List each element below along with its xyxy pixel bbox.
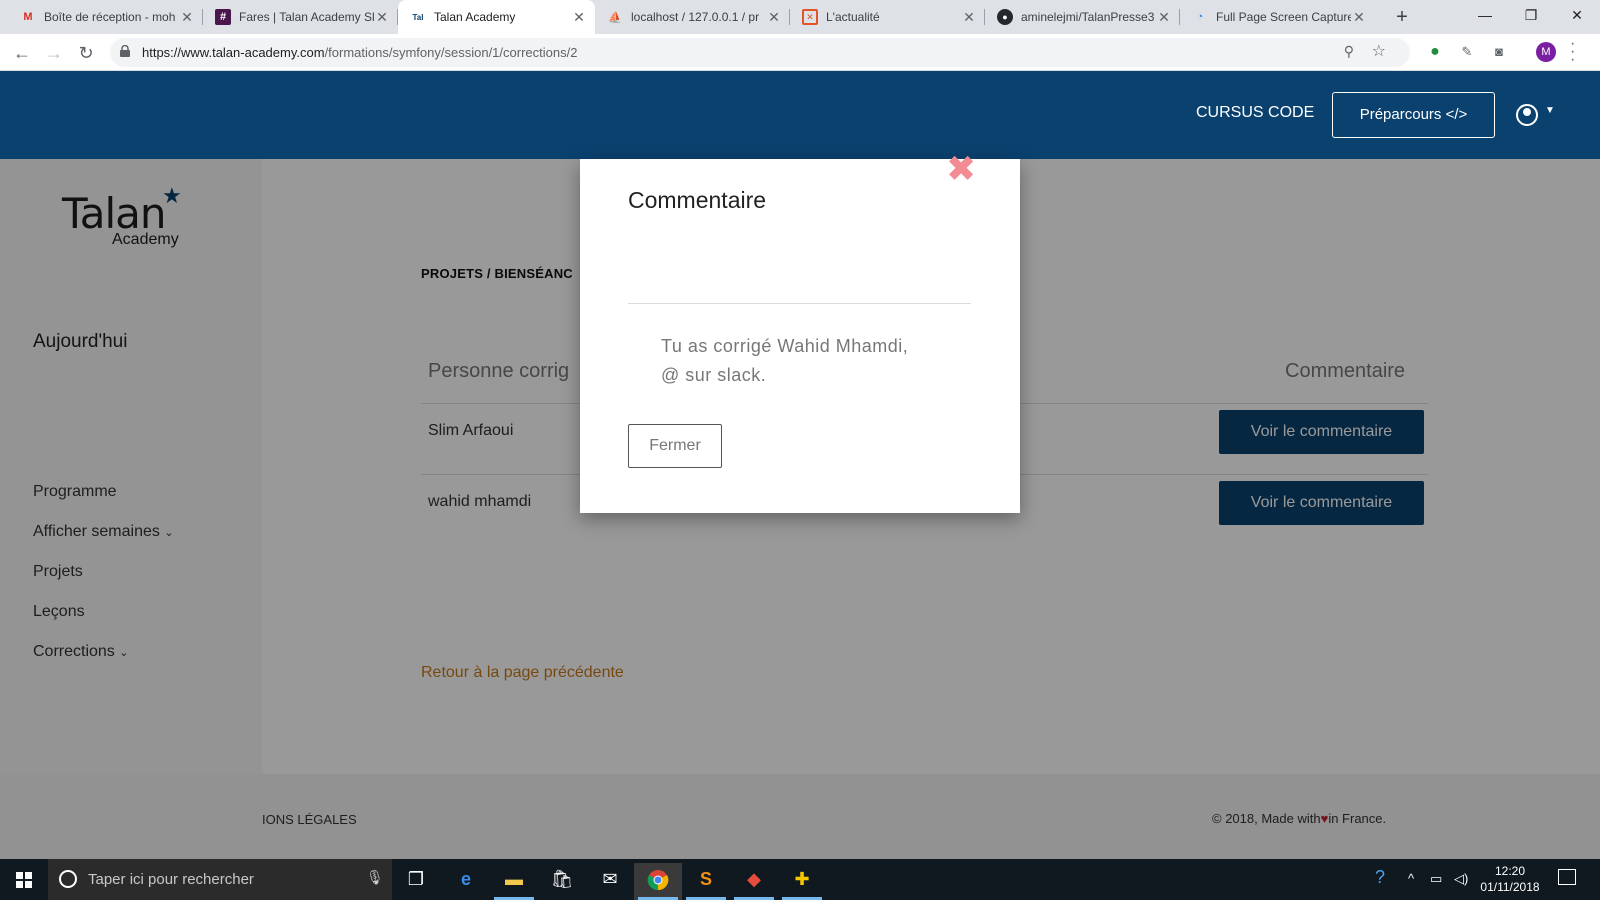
restore-icon[interactable]: ❐ bbox=[1508, 0, 1554, 30]
web-page: CURSUS CODE Préparcours </> ▼ Talan ★ Ac… bbox=[0, 71, 1600, 859]
network-icon[interactable]: ▭ bbox=[1430, 871, 1442, 887]
tab-phpmyadmin[interactable]: ⛵ localhost / 127.0.0.1 / pr ✕ bbox=[595, 0, 790, 34]
reload-icon[interactable]: ↻ bbox=[72, 39, 100, 67]
help-icon[interactable]: ? bbox=[1375, 867, 1385, 888]
phpmyadmin-icon: ⛵ bbox=[608, 11, 622, 24]
slack-icon: # bbox=[215, 9, 231, 25]
close-tab-icon[interactable]: ✕ bbox=[571, 9, 587, 26]
comment-modal: Commentaire ✖ Tu as corrigé Wahid Mhamdi… bbox=[580, 151, 1020, 513]
mail-icon[interactable]: ✉ bbox=[586, 863, 634, 900]
browser-tab-strip: M Boîte de réception - moh ✕ # Fares | T… bbox=[0, 0, 1600, 34]
taskbar-search[interactable]: Taper ici pour rechercher 🎙 bbox=[48, 859, 392, 900]
zoom-icon[interactable]: ⚲ bbox=[1344, 43, 1354, 60]
close-tab-icon[interactable]: ✕ bbox=[179, 9, 195, 26]
tab-slack[interactable]: # Fares | Talan Academy Sl ✕ bbox=[203, 0, 398, 34]
tab-screen-capture[interactable]: ◔ Full Page Screen Capture ✕ bbox=[1180, 0, 1375, 34]
modal-body-line: Tu as corrigé Wahid Mhamdi, bbox=[661, 336, 909, 356]
site-header: CURSUS CODE Préparcours </> ▼ bbox=[0, 71, 1600, 159]
close-tab-icon[interactable]: ✕ bbox=[1351, 9, 1367, 26]
caret-down-icon[interactable]: ▼ bbox=[1545, 105, 1555, 116]
notification-icon[interactable] bbox=[1558, 869, 1576, 885]
lock-icon bbox=[120, 45, 130, 57]
camera-icon[interactable]: ◙ bbox=[1490, 43, 1508, 61]
cortana-icon bbox=[59, 870, 77, 888]
clock-time: 12:20 bbox=[1494, 864, 1526, 878]
tab-title: Talan Academy bbox=[434, 10, 516, 24]
close-icon[interactable]: ✖ bbox=[946, 151, 976, 187]
close-tab-icon[interactable]: ✕ bbox=[1156, 9, 1172, 26]
talan-favicon: Tal bbox=[412, 12, 424, 22]
app-icon[interactable]: ✚ bbox=[778, 863, 826, 900]
address-bar[interactable]: https://www.talan-academy.com/formations… bbox=[110, 38, 1410, 67]
clock-date: 01/11/2018 bbox=[1480, 880, 1540, 894]
news-icon: ✕ bbox=[802, 9, 818, 25]
gmail-icon: M bbox=[23, 11, 33, 23]
menu-kebab-icon[interactable]: · · · bbox=[1570, 36, 1575, 68]
forward-arrow-icon[interactable]: → bbox=[40, 39, 68, 67]
microphone-icon[interactable]: 🎙 bbox=[366, 869, 384, 886]
tab-title: Fares | Talan Academy Sl bbox=[239, 10, 374, 24]
file-explorer-icon[interactable]: ▬ bbox=[490, 863, 538, 900]
edge-icon[interactable]: e bbox=[442, 863, 490, 900]
modal-divider bbox=[628, 303, 971, 304]
url-text: https://www.talan-academy.com/formations… bbox=[142, 45, 577, 60]
tab-title: localhost / 127.0.0.1 / pr bbox=[631, 10, 760, 24]
url-path: /formations/symfony/session/1/correction… bbox=[324, 45, 578, 60]
github-icon: ● bbox=[997, 9, 1013, 25]
chrome-logo bbox=[647, 870, 669, 891]
user-account-icon[interactable] bbox=[1516, 104, 1538, 126]
bookmark-star-icon[interactable]: ☆ bbox=[1372, 41, 1386, 61]
start-button[interactable] bbox=[0, 859, 48, 900]
browser-toolbar: ← → ↻ https://www.talan-academy.com/form… bbox=[0, 34, 1600, 71]
preparcours-button[interactable]: Préparcours </> bbox=[1332, 92, 1495, 138]
sublime-text-icon[interactable]: S bbox=[682, 863, 730, 900]
windows-logo-icon bbox=[16, 872, 32, 888]
profile-avatar[interactable]: M bbox=[1536, 42, 1556, 62]
tab-title: L'actualité bbox=[826, 10, 880, 24]
green-extension-icon[interactable]: ● bbox=[1426, 43, 1444, 61]
fermer-button[interactable]: Fermer bbox=[628, 424, 722, 468]
url-host: https://www.talan-academy.com bbox=[142, 45, 325, 60]
task-view-icon[interactable]: ❐ bbox=[392, 863, 440, 900]
tab-actualite[interactable]: ✕ L'actualité ✕ bbox=[790, 0, 985, 34]
modal-body-line: @ sur slack. bbox=[661, 365, 767, 385]
chrome-icon[interactable] bbox=[634, 863, 682, 900]
tab-title: aminelejmi/TalanPresse3 bbox=[1021, 10, 1155, 24]
tab-gmail[interactable]: M Boîte de réception - moh ✕ bbox=[8, 0, 203, 34]
close-tab-icon[interactable]: ✕ bbox=[961, 9, 977, 26]
chevron-up-icon[interactable]: ^ bbox=[1408, 871, 1414, 886]
search-placeholder: Taper ici pour rechercher bbox=[88, 871, 254, 888]
close-window-icon[interactable]: ✕ bbox=[1554, 0, 1600, 30]
volume-icon[interactable]: ◁) bbox=[1454, 871, 1468, 887]
eyedropper-icon[interactable]: ✎ bbox=[1458, 43, 1476, 61]
screen-capture-icon: ◔ bbox=[1196, 11, 1204, 23]
close-tab-icon[interactable]: ✕ bbox=[766, 9, 782, 26]
clock[interactable]: 12:20 01/11/2018 bbox=[1480, 863, 1540, 895]
back-arrow-icon[interactable]: ← bbox=[8, 39, 36, 67]
new-tab-button[interactable]: + bbox=[1389, 4, 1415, 30]
cursus-code-link[interactable]: CURSUS CODE bbox=[1196, 104, 1314, 122]
git-icon[interactable]: ◆ bbox=[730, 863, 778, 900]
tab-talan-academy[interactable]: Tal Talan Academy ✕ bbox=[398, 0, 595, 34]
tab-title: Boîte de réception - moh bbox=[44, 10, 176, 24]
windows-taskbar: Taper ici pour rechercher 🎙 ❐ e ▬ 🛍 ✉ S … bbox=[0, 859, 1600, 900]
close-tab-icon[interactable]: ✕ bbox=[374, 9, 390, 26]
store-icon[interactable]: 🛍 bbox=[538, 863, 586, 900]
tab-title: Full Page Screen Capture bbox=[1216, 10, 1351, 24]
minimize-icon[interactable]: — bbox=[1462, 0, 1508, 30]
modal-title: Commentaire bbox=[628, 187, 767, 213]
modal-body: Tu as corrigé Wahid Mhamdi, @ sur slack. bbox=[661, 332, 961, 390]
tab-github[interactable]: ● aminelejmi/TalanPresse3 ✕ bbox=[985, 0, 1180, 34]
